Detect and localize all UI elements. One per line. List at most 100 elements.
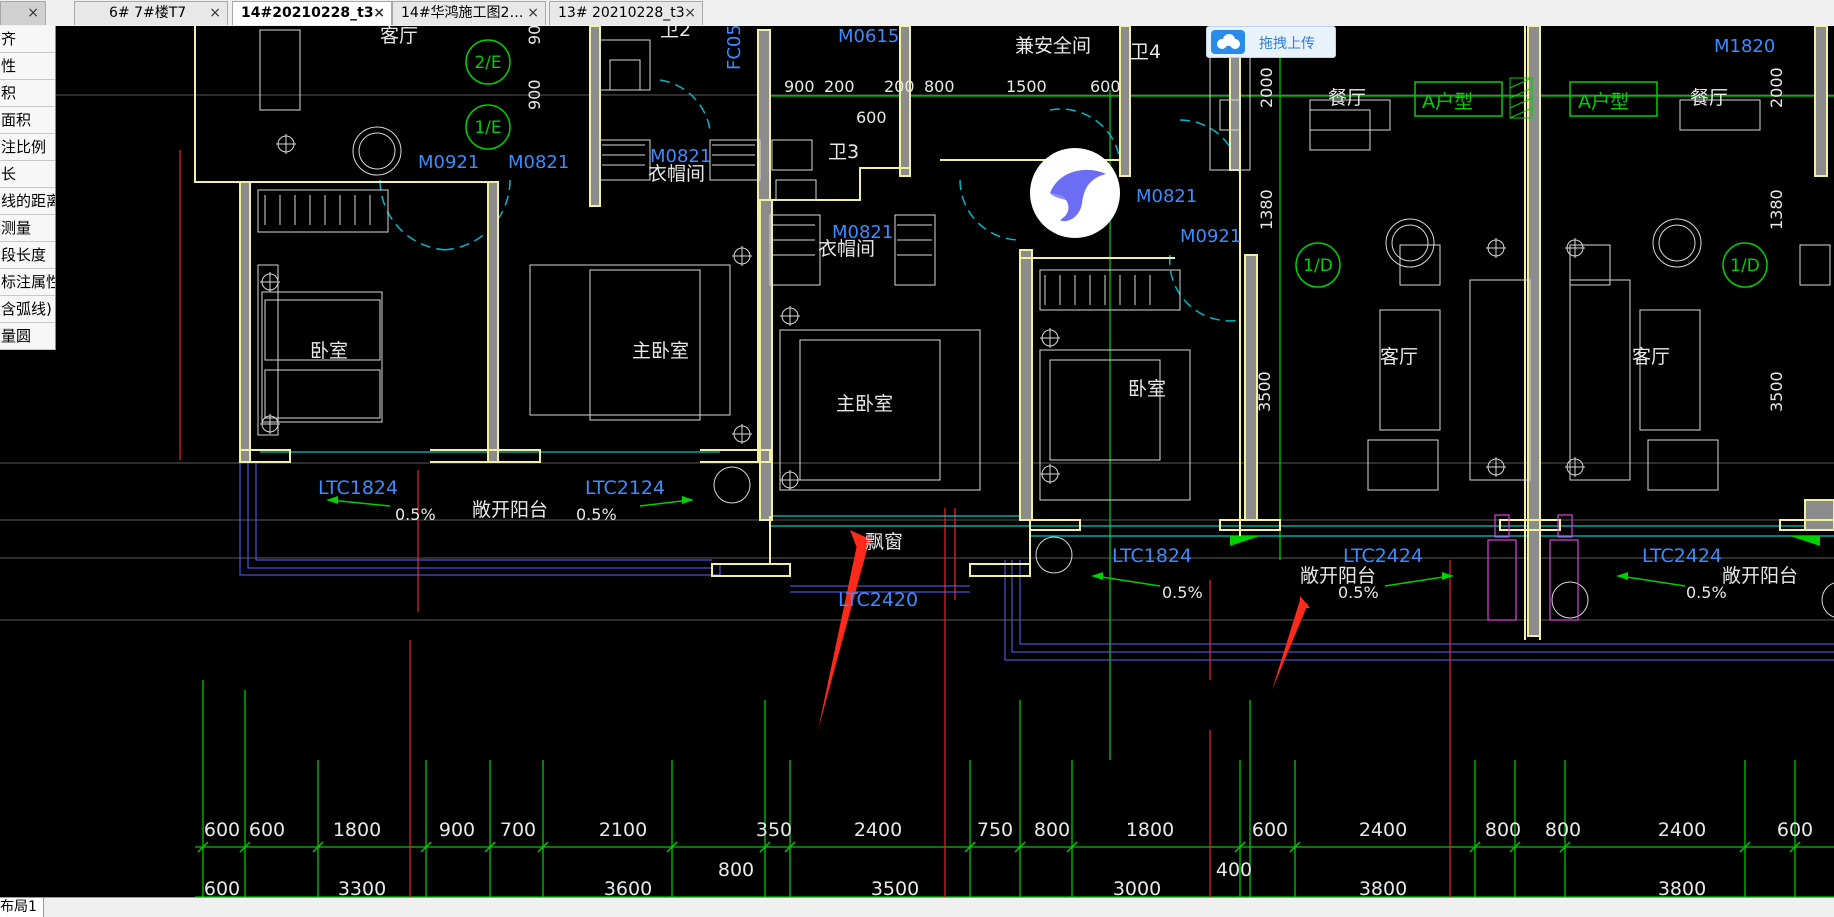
floor-plan-drawing[interactable]: 客厅 卫2 兼安全间 卫4 卫3 衣帽间 衣帽间 卧室 主卧室 主卧室 卧室 客… xyxy=(0,26,1834,897)
status-bar: 布局1 xyxy=(0,897,1834,917)
room-master-2-label: 主卧室 xyxy=(836,393,893,415)
room-safe-label: 兼安全间 xyxy=(1015,35,1091,57)
document-tab-0[interactable]: × xyxy=(0,1,46,25)
dim-inner-2000-a: 2000 xyxy=(1257,67,1276,108)
balcony-3-label: 敞开阳台 xyxy=(1722,565,1798,587)
axis-label-1d-b: 1/D xyxy=(1730,256,1760,276)
dim-row1-4: 700 xyxy=(500,819,536,841)
door-tag-m0821-3: M0821 xyxy=(832,222,893,243)
unit-type-label-1: A户型 xyxy=(1422,91,1473,113)
room-living-2-label: 客厅 xyxy=(1632,346,1670,368)
dim-inner-1500: 1500 xyxy=(1006,77,1047,96)
dim-inner-3500-a: 3500 xyxy=(1255,371,1274,412)
tab-label: 14#华鸿施工图2… xyxy=(401,5,524,21)
window-tag-ltc1824-2: LTC1824 xyxy=(1112,545,1192,567)
cmd-segment-length[interactable]: 段长度 xyxy=(0,242,55,269)
document-tab-1[interactable]: 6# 7#楼T7 × xyxy=(74,1,228,25)
door-tag-m0921-2: M0921 xyxy=(1180,226,1241,247)
dim-row1-1: 600 xyxy=(249,819,285,841)
cad-drawing-canvas[interactable]: 客厅 卫2 兼安全间 卫4 卫3 衣帽间 衣帽间 卧室 主卧室 主卧室 卧室 客… xyxy=(0,26,1834,897)
cmd-annotation-scale[interactable]: 注比例 xyxy=(0,134,55,161)
slope-label-4: 0.5% xyxy=(1338,583,1379,602)
window-tag-ltc2424-1: LTC2424 xyxy=(1343,545,1423,567)
cloud-upload-icon xyxy=(1211,30,1245,54)
dim-inner-900v-b: 900 xyxy=(525,79,544,110)
dim-row1-8: 750 xyxy=(977,819,1013,841)
dim-row1-11: 600 xyxy=(1252,819,1288,841)
dim-inner-1380-b: 1380 xyxy=(1767,189,1786,230)
dim-row2-5: 3000 xyxy=(1113,878,1161,897)
cmd-face-area[interactable]: 面积 xyxy=(0,107,55,134)
dim-inner-1380-a: 1380 xyxy=(1257,189,1276,230)
cmd-property[interactable]: 性 xyxy=(0,53,55,80)
cmd-line-distance[interactable]: 线的距离 xyxy=(0,188,55,215)
dim-inner-600b: 600 xyxy=(856,108,887,127)
door-tag-m0921-1: M0921 xyxy=(418,152,479,173)
cmd-align[interactable]: 齐 xyxy=(0,26,55,53)
document-tab-bar: × 6# 7#楼T7 × 14#20210228_t3 × 14#华鸿施工图2… × … xyxy=(0,0,1834,27)
dim-inner-600a: 600 xyxy=(1090,77,1121,96)
room-bath2-label: 卫2 xyxy=(660,26,691,41)
door-tag-m0821-4: M0821 xyxy=(1136,186,1197,207)
tab-label: 14#20210228_t3 xyxy=(241,5,374,21)
door-tag-fc05: FC05 xyxy=(724,26,745,70)
close-tab-icon[interactable]: × xyxy=(684,2,696,24)
room-living-top-label: 客厅 xyxy=(380,26,418,47)
dim-row2-7: 3800 xyxy=(1359,878,1407,897)
dim-row1-15: 2400 xyxy=(1658,819,1706,841)
dim-row1-10: 1800 xyxy=(1126,819,1174,841)
window-tag-ltc2424-2: LTC2424 xyxy=(1642,545,1722,567)
cmd-annotation-property[interactable]: 标注属性 xyxy=(0,269,55,296)
axis-label-1e: 1/E xyxy=(474,118,501,138)
close-tab-icon[interactable]: × xyxy=(27,2,39,24)
document-tab-2[interactable]: 14#20210228_t3 × xyxy=(232,1,392,25)
cmd-with-arc[interactable]: 含弧线) xyxy=(0,296,55,323)
dim-row2-6: 400 xyxy=(1216,859,1252,881)
close-tab-icon[interactable]: × xyxy=(527,2,539,24)
room-bedroom-1-label: 卧室 xyxy=(310,340,348,362)
close-tab-icon[interactable]: × xyxy=(209,2,221,24)
dim-row1-0: 600 xyxy=(204,819,240,841)
layout-tab[interactable]: 布局1 xyxy=(0,898,44,917)
document-tab-4[interactable]: 13# 20210228_t3 × xyxy=(549,1,703,25)
room-master-1-label: 主卧室 xyxy=(632,340,689,362)
close-tab-icon[interactable]: × xyxy=(373,2,385,24)
dim-row1-3: 900 xyxy=(439,819,475,841)
dim-row2-1: 3300 xyxy=(338,878,386,897)
bay-window-label: 飘窗 xyxy=(865,531,903,553)
dim-inner-3500-b: 3500 xyxy=(1767,371,1786,412)
room-dining-2-label: 餐厅 xyxy=(1690,87,1728,109)
tab-label: 6# 7#楼T7 xyxy=(109,5,187,21)
room-bedroom-2-label: 卧室 xyxy=(1128,378,1166,400)
dim-row2-8: 3800 xyxy=(1658,878,1706,897)
cmd-area[interactable]: 积 xyxy=(0,80,55,107)
document-tab-3[interactable]: 14#华鸿施工图2… × xyxy=(392,1,546,25)
slope-label-5: 0.5% xyxy=(1686,583,1727,602)
cmd-measure-circle[interactable]: 量圆 xyxy=(0,323,55,350)
cmd-measure[interactable]: 测量 xyxy=(0,215,55,242)
dim-row2-3: 800 xyxy=(718,859,754,881)
command-menu: 齐 性 积 面积 注比例 长 线的距离 测量 段长度 标注属性 含弧线) 量圆 xyxy=(0,26,56,350)
dim-inner-800: 800 xyxy=(924,77,955,96)
upload-label: 拖拽上传 xyxy=(1259,36,1315,52)
slope-label-1: 0.5% xyxy=(395,505,436,524)
tab-label: 13# 20210228_t3 xyxy=(558,5,685,21)
axis-label-1d-a: 1/D xyxy=(1303,256,1333,276)
bird-app-icon[interactable] xyxy=(1030,148,1120,238)
window-tag-ltc2124: LTC2124 xyxy=(585,477,665,499)
cmd-length[interactable]: 长 xyxy=(0,161,55,188)
dim-row1-7: 2400 xyxy=(854,819,902,841)
balcony-1-label: 敞开阳台 xyxy=(472,499,548,521)
dim-inner-200b: 200 xyxy=(884,77,915,96)
door-tag-m0821-1: M0821 xyxy=(508,152,569,173)
room-bath4-label: 卫4 xyxy=(1130,41,1161,63)
dim-row1-14: 800 xyxy=(1545,819,1581,841)
drag-upload-widget[interactable]: 拖拽上传 xyxy=(1206,26,1336,58)
room-living-1-label: 客厅 xyxy=(1380,346,1418,368)
door-tag-m1820: M1820 xyxy=(1714,36,1775,57)
dim-inner-900v-a: 900 xyxy=(525,26,544,45)
axis-label-2e: 2/E xyxy=(474,53,501,73)
dim-row1-5: 2100 xyxy=(599,819,647,841)
unit-type-label-2: A户型 xyxy=(1578,91,1629,113)
dim-row1-9: 800 xyxy=(1034,819,1070,841)
